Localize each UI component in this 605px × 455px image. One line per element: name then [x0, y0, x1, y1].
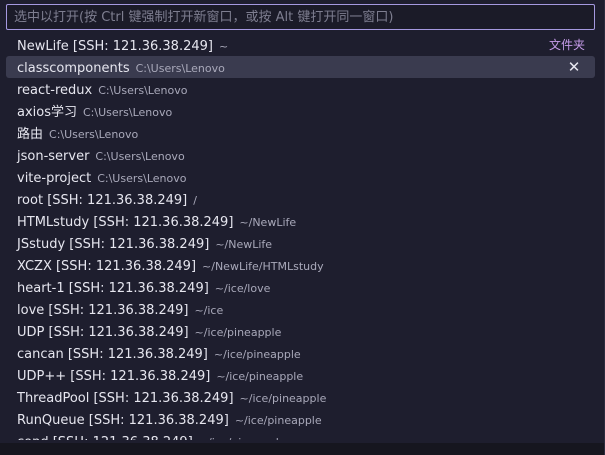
item-label: NewLife [SSH: 121.36.38.249]: [17, 39, 213, 54]
recent-folders-list: NewLife [SSH: 121.36.38.249] ~ 文件夹 classcom…: [6, 34, 595, 440]
item-kind-label: 文件夹: [548, 38, 585, 52]
item-path: ~: [218, 40, 229, 53]
list-item[interactable]: RunQueue [SSH: 121.36.38.249] ~/ice/pinea…: [6, 408, 595, 430]
item-path: ~/ice/pineapple: [199, 436, 286, 440]
close-icon[interactable]: ✕: [567, 56, 581, 78]
item-label: json-server: [17, 149, 90, 164]
list-item[interactable]: love [SSH: 121.36.38.249] ~/ice: [6, 298, 595, 320]
item-path: ~/ice/love: [214, 282, 271, 295]
list-item[interactable]: UDP [SSH: 121.36.38.249] ~/ice/pineapple: [6, 320, 595, 342]
list-item[interactable]: vite-project C:\Users\Lenovo: [6, 166, 595, 188]
item-label: cond [SSH: 121.36.38.249]: [17, 435, 193, 440]
item-label: 路由: [17, 127, 44, 142]
item-path: ~/NewLife: [239, 216, 297, 229]
item-label: root [SSH: 121.36.38.249]: [17, 193, 188, 208]
item-path: ~/ice: [194, 304, 224, 317]
item-path: C:\Users\Lenovo: [95, 150, 185, 163]
item-label: ThreadPool [SSH: 121.36.38.249]: [17, 391, 234, 406]
list-item[interactable]: classcomponents C:\Users\Lenovo ✕: [6, 56, 595, 78]
item-path: ~/ice/pineapple: [216, 370, 304, 383]
item-path: C:\Users\Lenovo: [98, 84, 188, 97]
item-label: HTMLstudy [SSH: 121.36.38.249]: [17, 215, 234, 230]
item-label: vite-project: [17, 171, 92, 186]
list-item[interactable]: NewLife [SSH: 121.36.38.249] ~ 文件夹: [6, 34, 595, 56]
quick-pick-palette: NewLife [SSH: 121.36.38.249] ~ 文件夹 classcom…: [0, 0, 605, 455]
list-item[interactable]: root [SSH: 121.36.38.249] /: [6, 188, 595, 210]
item-label: react-redux: [17, 83, 93, 98]
list-item[interactable]: 路由 C:\Users\Lenovo: [6, 122, 595, 144]
list-item[interactable]: cancan [SSH: 121.36.38.249] ~/ice/pineapp…: [6, 342, 595, 364]
item-label: UDP++ [SSH: 121.36.38.249]: [17, 369, 211, 384]
list-item[interactable]: XCZX [SSH: 121.36.38.249] ~/NewLife/HTMLs…: [6, 254, 595, 276]
item-label: cancan [SSH: 121.36.38.249]: [17, 347, 208, 362]
item-path: ~/ice/pineapple: [194, 326, 282, 339]
item-path: ~/ice/pineapple: [213, 348, 301, 361]
list-item[interactable]: HTMLstudy [SSH: 121.36.38.249] ~/NewLife: [6, 210, 595, 232]
item-label: JSstudy [SSH: 121.36.38.249]: [17, 237, 210, 252]
item-path: C:\Users\Lenovo: [49, 128, 139, 141]
item-path: /: [193, 194, 197, 207]
item-path: ~/ice/pineapple: [239, 392, 327, 405]
bottom-border: [0, 443, 604, 455]
item-label: love [SSH: 121.36.38.249]: [17, 303, 189, 318]
item-label: RunQueue [SSH: 121.36.38.249]: [17, 413, 229, 428]
item-path: C:\Users\Lenovo: [83, 106, 173, 119]
item-label: classcomponents: [17, 61, 130, 76]
list-item[interactable]: JSstudy [SSH: 121.36.38.249] ~/NewLife: [6, 232, 595, 254]
item-label: axios学习: [17, 105, 77, 120]
item-path: C:\Users\Lenovo: [135, 62, 225, 75]
item-label: heart-1 [SSH: 121.36.38.249]: [17, 281, 209, 296]
item-path: ~/NewLife/HTMLstudy: [202, 260, 324, 273]
list-item[interactable]: json-server C:\Users\Lenovo: [6, 144, 595, 166]
item-path: C:\Users\Lenovo: [97, 172, 187, 185]
list-item[interactable]: cond [SSH: 121.36.38.249] ~/ice/pineapple: [6, 430, 595, 440]
list-item[interactable]: react-redux C:\Users\Lenovo: [6, 78, 595, 100]
item-label: UDP [SSH: 121.36.38.249]: [17, 325, 189, 340]
list-item[interactable]: UDP++ [SSH: 121.36.38.249] ~/ice/pineappl…: [6, 364, 595, 386]
item-path: ~/ice/pineapple: [234, 414, 322, 427]
search-input[interactable]: [6, 4, 595, 30]
item-label: XCZX [SSH: 121.36.38.249]: [17, 259, 197, 274]
list-item[interactable]: axios学习 C:\Users\Lenovo: [6, 100, 595, 122]
list-item[interactable]: ThreadPool [SSH: 121.36.38.249] ~/ice/pin…: [6, 386, 595, 408]
item-path: ~/NewLife: [215, 238, 273, 251]
list-item[interactable]: heart-1 [SSH: 121.36.38.249] ~/ice/love: [6, 276, 595, 298]
